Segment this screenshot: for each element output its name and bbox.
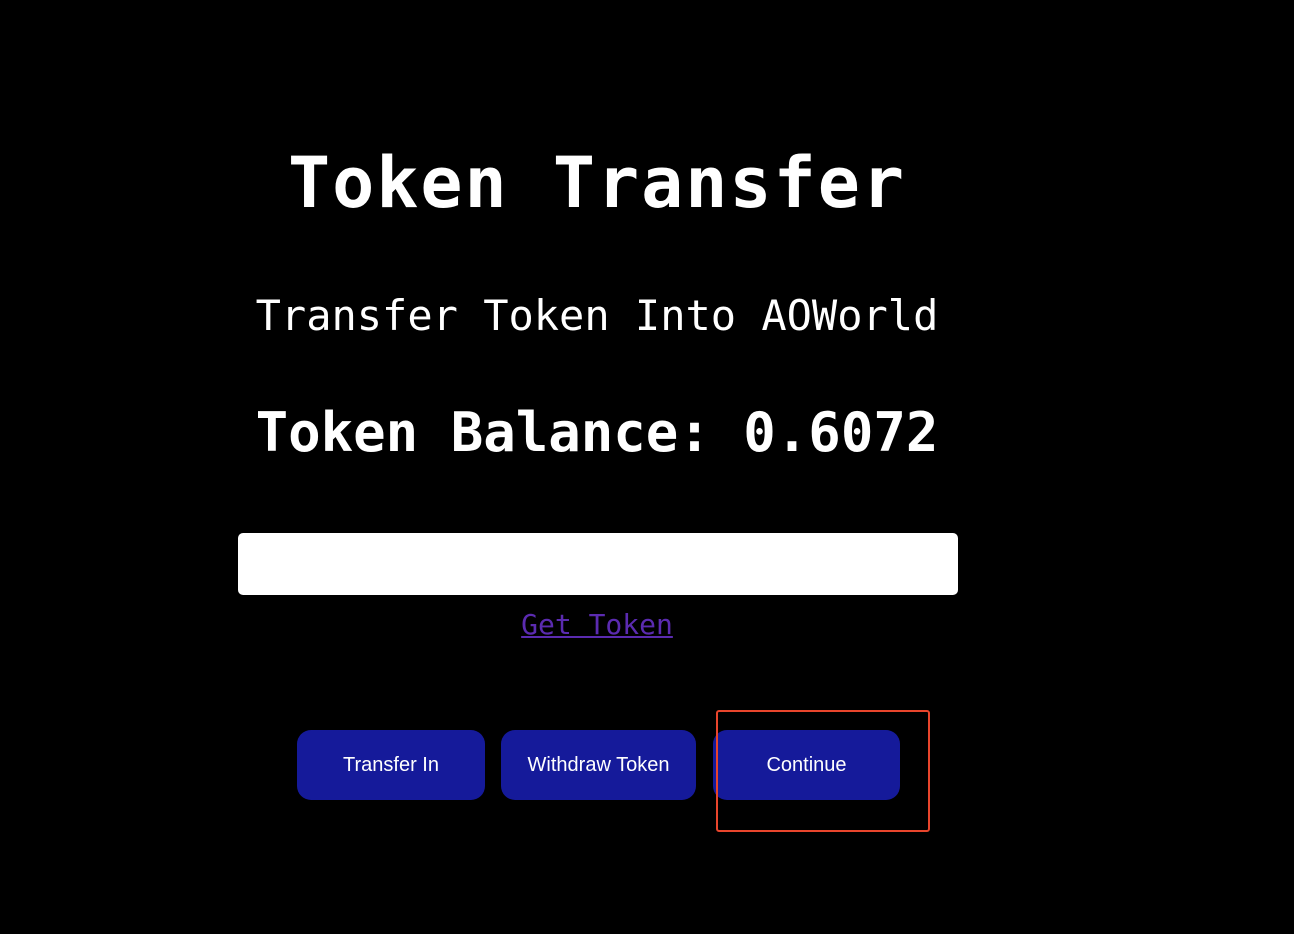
- withdraw-token-button[interactable]: Withdraw Token: [501, 730, 696, 800]
- get-token-container: Get Token: [0, 605, 1194, 645]
- continue-button[interactable]: Continue: [713, 730, 900, 800]
- page-subtitle: Transfer Token Into AOWorld: [255, 291, 939, 340]
- token-balance: Token Balance: 0.6072: [255, 401, 939, 464]
- token-transfer-page: Token Transfer Transfer Token Into AOWor…: [0, 0, 1294, 934]
- get-token-link[interactable]: Get Token: [521, 608, 673, 641]
- transfer-in-button[interactable]: Transfer In: [297, 730, 485, 800]
- token-amount-input[interactable]: [238, 533, 958, 595]
- page-title: Token Transfer: [287, 142, 906, 224]
